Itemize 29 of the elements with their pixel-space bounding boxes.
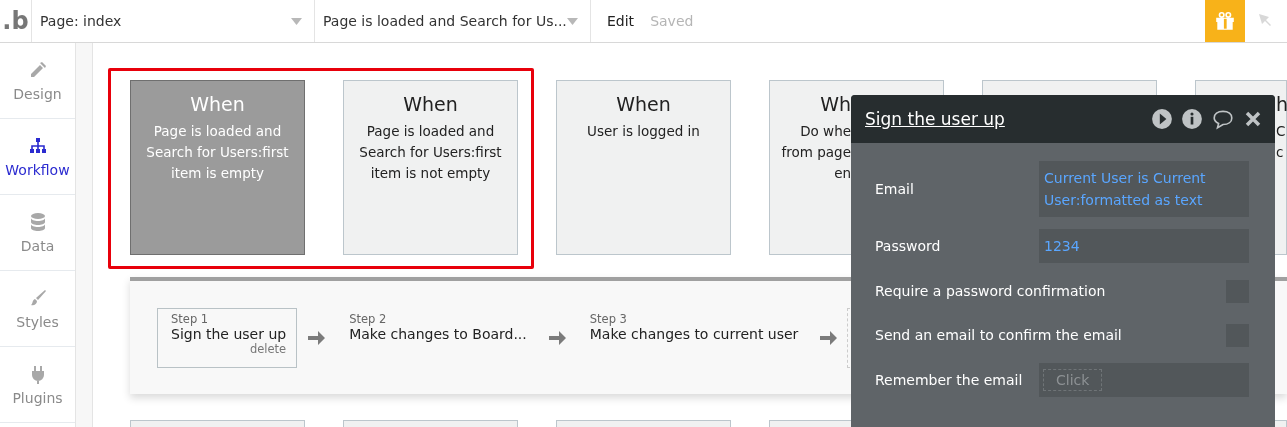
event-condition: item is empty <box>170 164 265 183</box>
step-number: Step 1 <box>171 311 210 326</box>
event-title: When <box>403 93 458 115</box>
event-condition: Page is loaded and <box>366 122 495 141</box>
event-condition: C <box>1276 122 1286 141</box>
field-label: Require a password confirmation <box>875 283 1106 299</box>
event-title: h <box>1276 93 1287 115</box>
event-title: Wh <box>820 93 851 115</box>
event-condition: en <box>834 164 851 183</box>
step-action: Sign the user up <box>171 325 287 342</box>
step-number: Step 2 <box>349 311 388 326</box>
event-condition: Page is loaded and <box>153 122 282 141</box>
event-condition: Search for Users:first <box>359 143 502 162</box>
event-condition: c <box>1276 143 1284 162</box>
step-action: Make changes to current user <box>589 325 799 342</box>
event-condition: from page <box>781 143 851 162</box>
event-condition: User is logged in <box>587 122 700 141</box>
event-condition: Do whe <box>800 122 851 141</box>
field-label: Remember the email <box>875 372 1023 388</box>
event-title: When <box>616 93 671 115</box>
step-action: Make changes to Board... <box>349 325 527 342</box>
field-label: Email <box>875 181 914 197</box>
field-label: Send an email to confirm the email <box>875 327 1122 343</box>
event-condition: Search for Users:first <box>146 143 289 162</box>
step-number: Step 3 <box>589 311 628 326</box>
event-condition: item is not empty <box>370 164 491 183</box>
field-label: Password <box>875 238 941 254</box>
event-title: When <box>190 93 245 115</box>
dialog-title: Sign the user up <box>865 109 1005 129</box>
